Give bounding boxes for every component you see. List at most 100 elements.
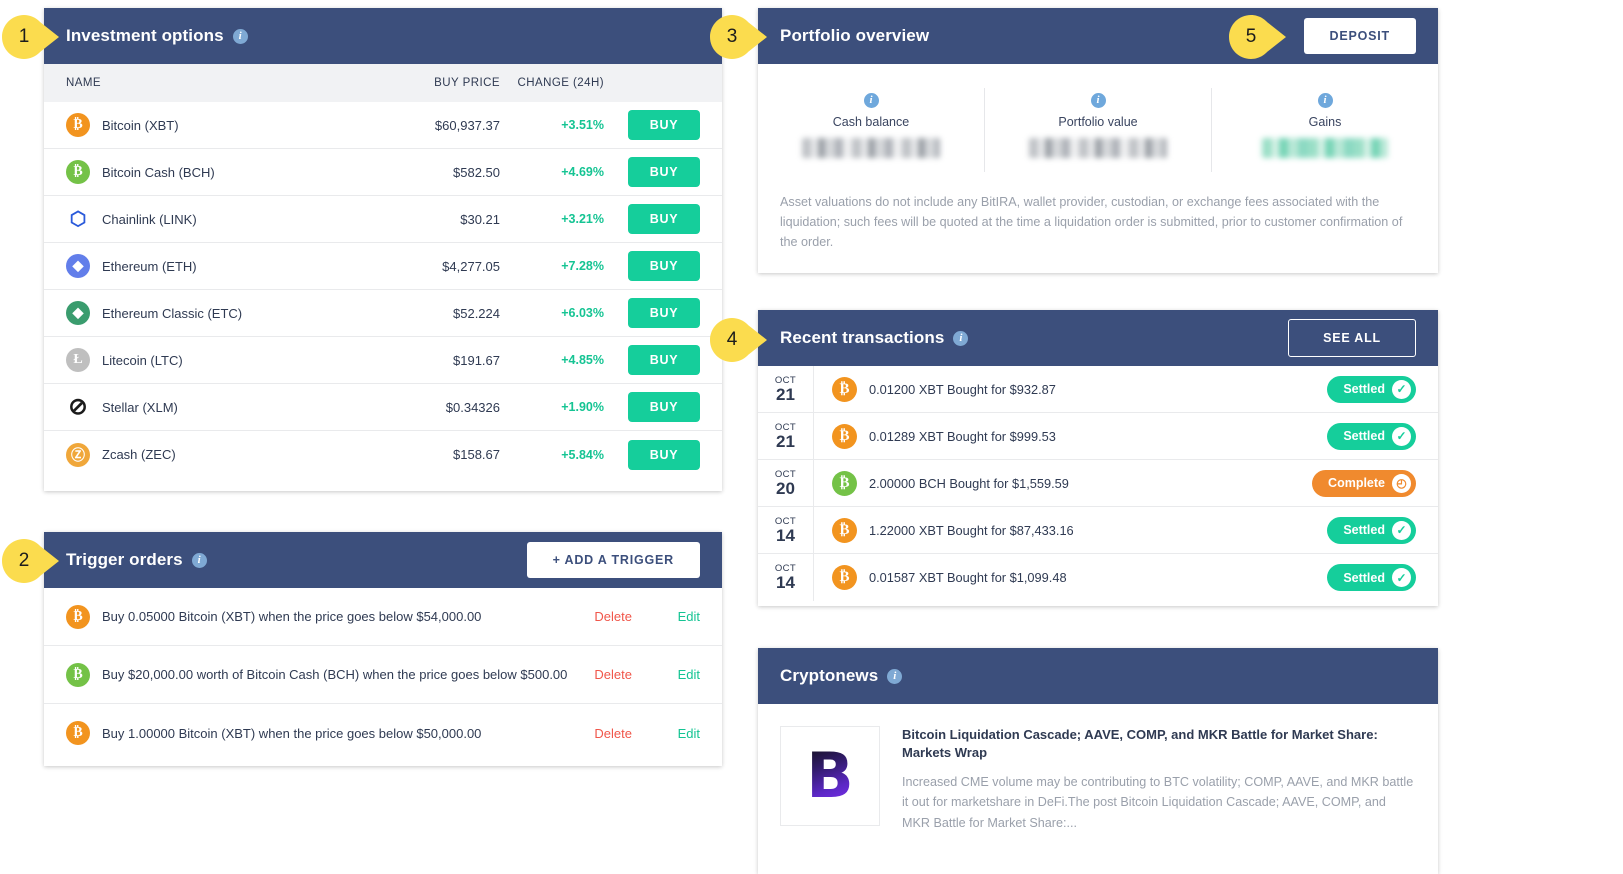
coin-change: +1.90% <box>561 400 604 414</box>
bitcoin-cash-icon: ₿ <box>66 160 90 184</box>
ethereum-icon: ◆ <box>66 254 90 278</box>
bitcoin-icon: ₿ <box>832 565 857 590</box>
buy-button[interactable]: BUY <box>628 298 700 328</box>
coin-name-cell: ₿ Bitcoin (XBT) <box>66 113 372 137</box>
transaction-text: 0.01289 XBT Bought for $999.53 <box>869 428 1056 444</box>
recent-transactions-panel: Recent transactions i SEE ALL OCT 21 ₿ 0.01… <box>758 310 1438 606</box>
transaction-row: OCT 20 ₿ 2.00000 BCH Bought for $1,559.59 Co… <box>758 460 1438 507</box>
callout-number: 2 <box>18 550 30 571</box>
transaction-row: OCT 14 ₿ 0.01587 XBT Bought for $1,099.48 Se… <box>758 554 1438 601</box>
transaction-date: OCT 14 <box>758 507 814 553</box>
chainlink-icon: ⬡ <box>66 207 90 231</box>
investment-row: ⬡ Chainlink (LINK) $30.21 +3.21% BUY <box>44 196 722 243</box>
delete-trigger-link[interactable]: Delete <box>594 609 632 624</box>
coin-name-cell: ⊘ Stellar (XLM) <box>66 394 372 419</box>
info-icon[interactable]: i <box>1317 93 1333 108</box>
news-thumbnail: B <box>780 726 880 826</box>
coin-label: Stellar (XLM) <box>102 399 178 415</box>
coin-price: $60,937.37 <box>434 117 500 133</box>
delete-trigger-link[interactable]: Delete <box>594 667 632 682</box>
news-item[interactable]: B Bitcoin Liquidation Cascade; AAVE, COMP… <box>758 704 1438 855</box>
news-description: Increased CME volume may be contributing… <box>902 775 1414 830</box>
edit-trigger-link[interactable]: Edit <box>668 609 700 624</box>
bitcoin-icon: ₿ <box>66 604 90 629</box>
status-badge-label: Settled <box>1343 523 1385 537</box>
investment-row: Ⓩ Zcash (ZEC) $158.67 +5.84% BUY <box>44 431 722 478</box>
status-badge: Settled ✓ <box>1327 516 1416 544</box>
trigger-order-text: Buy $20,000.00 worth of Bitcoin Cash (BC… <box>102 667 568 682</box>
coin-label: Bitcoin Cash (BCH) <box>102 164 215 180</box>
portfolio-stat-value-redacted <box>802 138 940 158</box>
see-all-button[interactable]: SEE ALL <box>1288 319 1416 357</box>
transaction-body: ₿ 1.22000 XBT Bought for $87,433.16 <box>814 517 1327 543</box>
coin-name-cell: Ⓩ Zcash (ZEC) <box>66 442 372 467</box>
buy-button[interactable]: BUY <box>628 392 700 422</box>
portfolio-stat: i Gains <box>1212 88 1438 172</box>
recent-transactions-header: Recent transactions i SEE ALL <box>758 310 1438 366</box>
edit-trigger-link[interactable]: Edit <box>668 726 700 741</box>
investment-table-header: NAME BUY PRICE CHANGE (24H) <box>44 64 722 102</box>
coin-name-cell: ◆ Ethereum (ETH) <box>66 254 372 278</box>
buy-button[interactable]: BUY <box>628 439 700 470</box>
coin-label: Chainlink (LINK) <box>102 211 197 227</box>
status-badge-label: Complete <box>1328 476 1385 490</box>
edit-trigger-link[interactable]: Edit <box>668 667 700 682</box>
transaction-day: 20 <box>776 478 795 498</box>
coin-price: $4,277.05 <box>442 258 500 274</box>
transaction-text: 0.01200 XBT Bought for $932.87 <box>869 381 1056 397</box>
trigger-order-text: Buy 0.05000 Bitcoin (XBT) when the price… <box>102 609 482 624</box>
coin-change: +3.51% <box>561 118 604 132</box>
info-icon[interactable]: i <box>1090 93 1106 108</box>
info-icon[interactable]: i <box>953 330 969 346</box>
buy-button[interactable]: BUY <box>628 110 700 140</box>
check-icon: ✓ <box>1392 568 1411 587</box>
cryptonews-header: Cryptonews i <box>758 648 1438 704</box>
callout-number: 4 <box>726 329 738 350</box>
coin-change: +4.85% <box>561 353 604 367</box>
portfolio-stats: i Cash balance i Portfolio value i Gains <box>758 64 1438 182</box>
litecoin-icon: Ł <box>66 348 90 372</box>
investment-table-body: ₿ Bitcoin (XBT) $60,937.37 +3.51% BUY ₿ Bitcoi… <box>44 102 722 478</box>
check-icon: ✓ <box>1392 520 1411 540</box>
coin-label: Ethereum Classic (ETC) <box>102 305 243 321</box>
news-title[interactable]: Bitcoin Liquidation Cascade; AAVE, COMP,… <box>902 726 1416 761</box>
buy-button[interactable]: BUY <box>628 345 700 375</box>
coin-change: +6.03% <box>561 306 604 320</box>
investment-row: ⊘ Stellar (XLM) $0.34326 +1.90% BUY <box>44 384 722 431</box>
trigger-orders-header: Trigger orders i + ADD A TRIGGER <box>44 532 722 588</box>
callout-marker-3: 3 <box>710 15 768 59</box>
callout-number: 5 <box>1245 26 1257 47</box>
coin-price: $30.21 <box>460 211 500 227</box>
coin-name-cell: ₿ Bitcoin Cash (BCH) <box>66 160 372 184</box>
dashboard-root: Investment options i NAME BUY PRICE CHAN… <box>0 0 1623 874</box>
column-header-change: CHANGE (24H) <box>517 77 604 89</box>
buy-button[interactable]: BUY <box>628 251 700 281</box>
buy-button[interactable]: BUY <box>628 157 700 187</box>
deposit-button[interactable]: DEPOSIT <box>1303 18 1416 54</box>
info-icon[interactable]: i <box>863 93 879 108</box>
callout-marker-2: 2 <box>2 539 60 583</box>
coin-name-cell: Ł Litecoin (LTC) <box>66 348 372 372</box>
transaction-body: ₿ 0.01289 XBT Bought for $999.53 <box>814 423 1327 449</box>
add-a-trigger-button[interactable]: + ADD A TRIGGER <box>526 542 700 578</box>
investment-row: ◆ Ethereum Classic (ETC) $52.224 +6.03% BUY <box>44 290 722 337</box>
status-badge-label: Settled <box>1343 570 1385 585</box>
ethereum-classic-icon: ◆ <box>66 301 90 325</box>
buy-button[interactable]: BUY <box>628 204 700 234</box>
clock-icon: ◴ <box>1392 473 1411 493</box>
transaction-day: 14 <box>776 525 795 545</box>
investment-options-title: Investment options <box>66 26 224 45</box>
transaction-text: 1.22000 XBT Bought for $87,433.16 <box>869 522 1074 538</box>
status-badge: Complete ◴ <box>1312 469 1416 497</box>
coin-change: +5.84% <box>561 447 604 462</box>
check-icon: ✓ <box>1392 379 1411 399</box>
transaction-body: ₿ 0.01200 XBT Bought for $932.87 <box>814 376 1327 402</box>
info-icon[interactable]: i <box>887 668 903 684</box>
delete-trigger-link[interactable]: Delete <box>594 726 632 741</box>
info-icon[interactable]: i <box>232 28 248 44</box>
coin-label: Bitcoin (XBT) <box>102 117 179 133</box>
coin-price: $0.34326 <box>445 399 500 415</box>
coin-change: +4.69% <box>561 165 604 179</box>
callout-marker-1: 1 <box>2 15 60 59</box>
info-icon[interactable]: i <box>191 552 207 568</box>
